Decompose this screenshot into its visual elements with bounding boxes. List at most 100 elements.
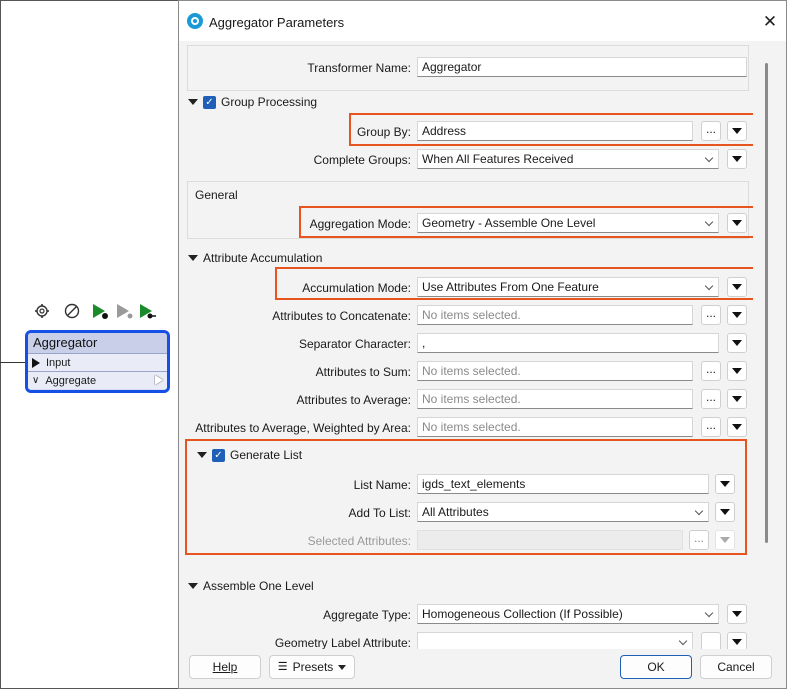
list-name-input[interactable]: igds_text_elements [417, 474, 709, 494]
collapse-triangle-icon[interactable] [188, 255, 198, 261]
attributes-to-concatenate-label: Attributes to Concatenate: [272, 309, 411, 323]
selected-attributes-label: Selected Attributes: [307, 534, 411, 548]
aggregation-mode-value: Geometry - Assemble One Level [422, 216, 596, 230]
collapse-triangle-icon[interactable] [188, 583, 198, 589]
accumulation-mode-label: Accumulation Mode: [302, 281, 411, 295]
geometry-label-attribute-select[interactable] [417, 632, 693, 649]
disable-icon[interactable] [61, 300, 83, 322]
cancel-button[interactable]: Cancel [700, 655, 772, 679]
output-port-label: Aggregate [45, 374, 97, 387]
presets-sliders-icon: ☰ [277, 661, 288, 673]
generate-list-checkbox[interactable]: ✓ [212, 448, 225, 462]
dialog-title: Aggregator Parameters [209, 15, 345, 30]
sum-ellipsis-button[interactable]: ... [701, 361, 721, 381]
aggregate-type-value: Homogeneous Collection (If Possible) [422, 607, 623, 621]
group-processing-label: Group Processing [221, 95, 318, 109]
aggregator-node[interactable]: Aggregator Input ∨ Aggregate [25, 330, 170, 393]
input-port-label: Input [46, 356, 71, 369]
input-port-arrow-icon [32, 357, 40, 368]
close-icon[interactable]: ✕ [759, 11, 781, 33]
geometry-label-menu-button[interactable] [727, 632, 747, 649]
add-to-list-menu-button[interactable] [715, 502, 735, 522]
output-port-arrow-icon [155, 375, 163, 385]
presets-button-label: Presets [292, 660, 334, 674]
complete-groups-label: Complete Groups: [313, 153, 411, 167]
group-by-ellipsis-button[interactable]: ... [701, 121, 721, 141]
weighted-menu-button[interactable] [727, 417, 747, 437]
group-by-input[interactable]: Address [417, 121, 693, 141]
run-from-here-icon[interactable] [136, 300, 158, 322]
separator-menu-button[interactable] [727, 333, 747, 353]
help-button[interactable]: Help [189, 655, 261, 679]
list-name-menu-button[interactable] [715, 474, 735, 494]
sum-menu-button[interactable] [727, 361, 747, 381]
group-processing-header[interactable]: ✓ Group Processing [188, 95, 317, 109]
separator-character-input[interactable]: , [417, 333, 719, 353]
collapse-triangle-icon[interactable] [188, 99, 198, 105]
add-to-list-select[interactable]: All Attributes [417, 502, 709, 522]
concatenate-ellipsis-button[interactable]: ... [701, 305, 721, 325]
aggregator-parameters-dialog: Aggregator Parameters ✕ Transformer Name… [178, 0, 787, 689]
accumulation-mode-select[interactable]: Use Attributes From One Feature [417, 277, 719, 297]
gear-icon[interactable] [31, 300, 53, 322]
separator-character-label: Separator Character: [298, 337, 411, 351]
group-by-menu-button[interactable] [727, 121, 747, 141]
dialog-titlebar[interactable]: Aggregator Parameters ✕ [179, 1, 786, 41]
node-title: Aggregator [28, 333, 167, 353]
assemble-one-level-label: Assemble One Level [203, 579, 314, 593]
selected-attributes-menu-button [715, 530, 735, 550]
attributes-weighted-input[interactable]: No items selected. [417, 417, 693, 437]
run-to-here-icon[interactable] [89, 300, 111, 322]
help-button-label: Help [212, 660, 238, 674]
average-ellipsis-button[interactable]: ... [701, 389, 721, 409]
attribute-accumulation-header[interactable]: Attribute Accumulation [188, 251, 322, 265]
selected-attributes-input [417, 530, 683, 550]
weighted-ellipsis-button[interactable]: ... [701, 417, 721, 437]
expand-chevron-icon[interactable]: ∨ [32, 375, 39, 386]
attributes-to-average-input[interactable]: No items selected. [417, 389, 693, 409]
add-to-list-label: Add To List: [348, 506, 411, 520]
vertical-scrollbar[interactable] [765, 63, 768, 543]
complete-groups-menu-button[interactable] [727, 149, 747, 169]
generate-list-header[interactable]: ✓ Generate List [197, 448, 302, 462]
presets-dropdown-icon [338, 664, 347, 670]
generate-list-label: Generate List [230, 448, 303, 462]
app-icon [187, 13, 203, 29]
concatenate-menu-button[interactable] [727, 305, 747, 325]
aggregate-type-label: Aggregate Type: [323, 608, 411, 622]
selected-attributes-ellipsis-button: ... [689, 530, 709, 550]
ok-button[interactable]: OK [620, 655, 692, 679]
complete-groups-select[interactable]: When All Features Received [417, 149, 719, 169]
group-by-label: Group By: [356, 125, 411, 139]
general-label: General [195, 188, 238, 202]
complete-groups-value: When All Features Received [422, 152, 574, 166]
parameters-panel: Transformer Name: Aggregator ✓ Group Pro… [185, 41, 753, 649]
list-name-label: List Name: [353, 478, 411, 492]
attributes-weighted-label: Attributes to Average, Weighted by Area: [195, 421, 411, 435]
attributes-to-concatenate-input[interactable]: No items selected. [417, 305, 693, 325]
transformer-name-input[interactable]: Aggregator [417, 57, 747, 77]
average-menu-button[interactable] [727, 389, 747, 409]
attributes-to-average-label: Attributes to Average: [296, 393, 411, 407]
attributes-to-sum-label: Attributes to Sum: [315, 365, 411, 379]
group-processing-checkbox[interactable]: ✓ [203, 95, 216, 109]
input-connection-line [0, 362, 28, 363]
run-step-icon[interactable] [113, 300, 135, 322]
accumulation-mode-value: Use Attributes From One Feature [422, 280, 599, 294]
aggregation-mode-label: Aggregation Mode: [309, 217, 411, 231]
collapse-triangle-icon[interactable] [197, 452, 207, 458]
aggregate-type-select[interactable]: Homogeneous Collection (If Possible) [417, 604, 719, 624]
aggregation-mode-select[interactable]: Geometry - Assemble One Level [417, 213, 719, 233]
output-port[interactable]: ∨ Aggregate [28, 371, 167, 389]
geometry-label-attribute-label: Geometry Label Attribute: [274, 636, 411, 649]
aggregate-type-menu-button[interactable] [727, 604, 747, 624]
transformer-name-label: Transformer Name: [307, 61, 411, 75]
accumulation-mode-menu-button[interactable] [727, 277, 747, 297]
geometry-label-ellipsis-button[interactable] [701, 632, 721, 649]
presets-button[interactable]: ☰ Presets [269, 655, 355, 679]
assemble-one-level-header[interactable]: Assemble One Level [188, 579, 314, 593]
aggregation-mode-menu-button[interactable] [727, 213, 747, 233]
input-port[interactable]: Input [28, 353, 167, 371]
attribute-accumulation-label: Attribute Accumulation [203, 251, 323, 265]
attributes-to-sum-input[interactable]: No items selected. [417, 361, 693, 381]
